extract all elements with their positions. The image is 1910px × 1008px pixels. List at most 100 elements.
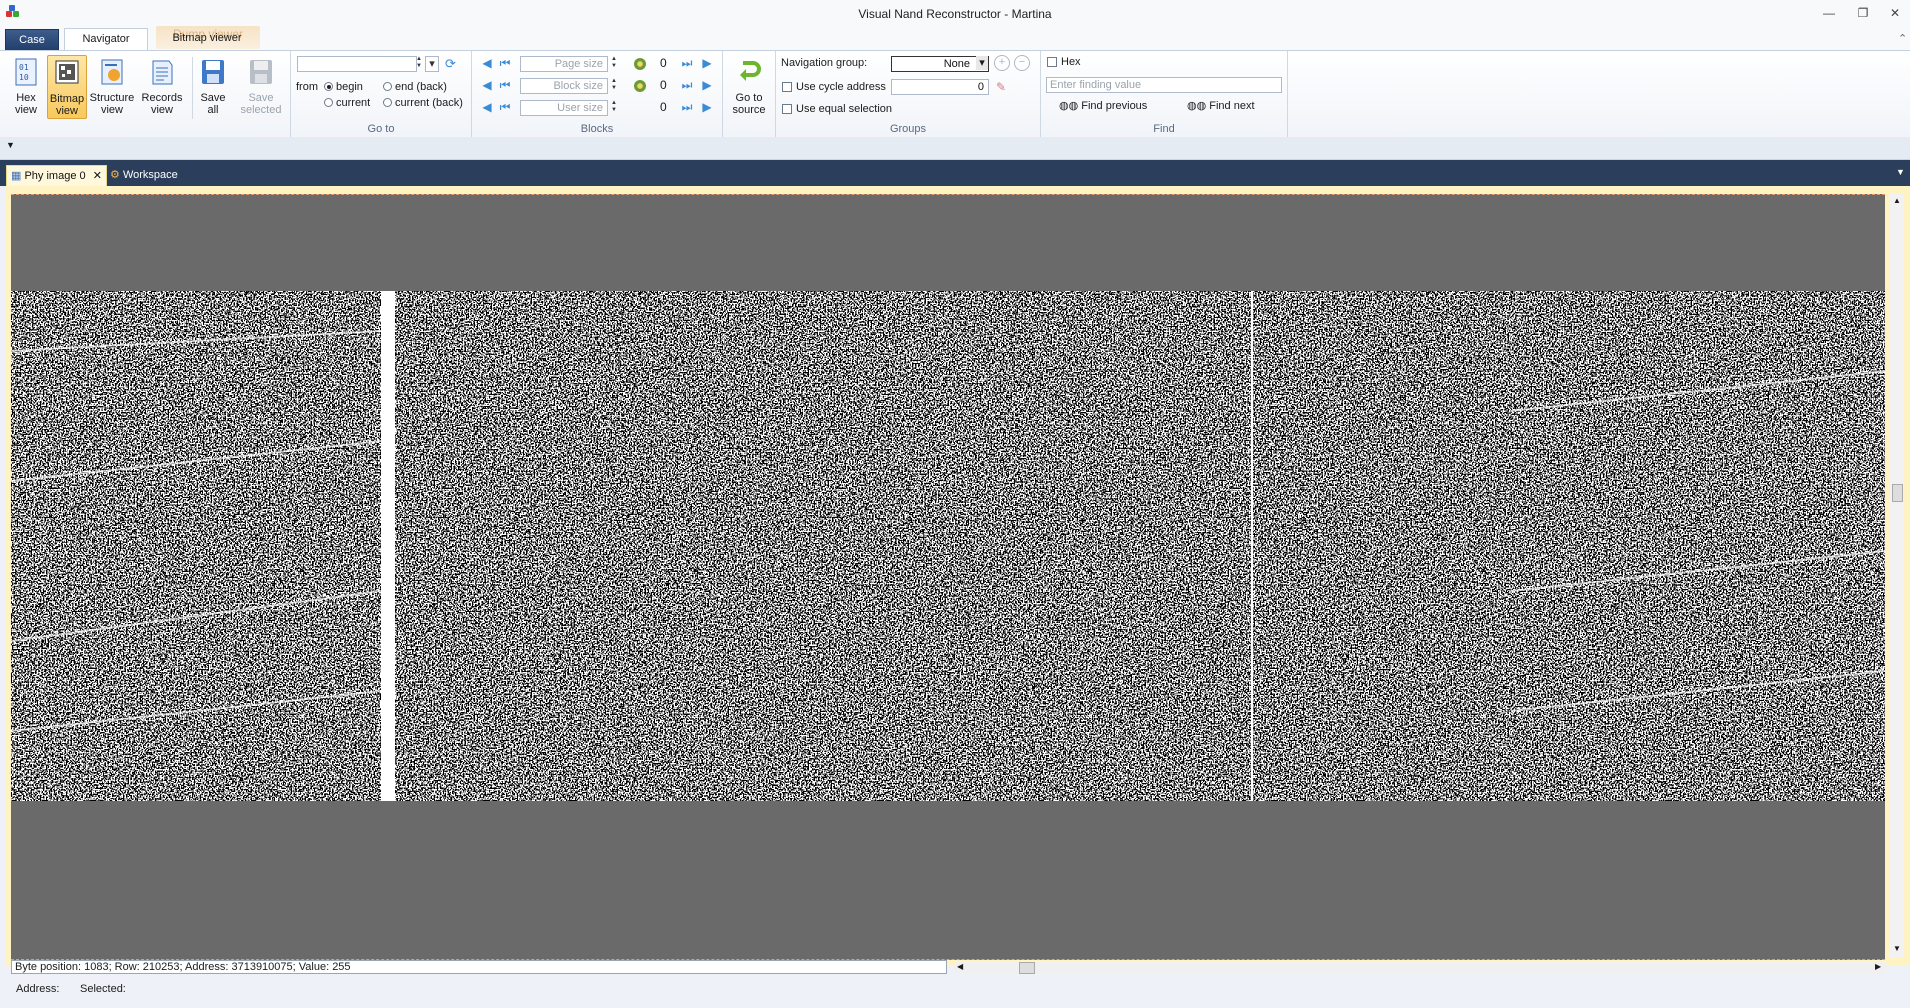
block-size-input[interactable]: Block size [520, 78, 608, 94]
hex-checkbox[interactable] [1047, 57, 1057, 67]
structure-view-button[interactable]: Structure view [88, 55, 136, 117]
find-next-button[interactable]: ◍◍ Find next [1187, 99, 1255, 112]
customize-toolbar-icon[interactable]: ▼ [6, 140, 15, 150]
page-value: 0 [660, 56, 667, 70]
svg-text:10: 10 [19, 73, 29, 82]
next-page-icon[interactable]: ▶ [700, 57, 714, 69]
bitmap-canvas[interactable] [11, 194, 1885, 960]
close-tab-icon[interactable]: ✕ [93, 170, 102, 182]
page-gear-icon[interactable] [634, 58, 646, 70]
add-group-icon[interactable]: + [994, 55, 1010, 71]
blocks-group: ◀ ⏮ Page size ▲ ▼ 0 ⏭ ▶ ◀ ⏮ Block size ▲ ▼… [472, 51, 723, 137]
last-user-icon[interactable]: ⏭ [680, 101, 694, 113]
prev-user-icon[interactable]: ◀ [480, 101, 494, 113]
image-doc-icon: ▦ [11, 170, 22, 182]
first-user-icon[interactable]: ⏮ [498, 101, 512, 113]
find-group: Hex Enter finding value ◍◍ Find previous… [1041, 51, 1288, 137]
tab-bitmap-viewer[interactable]: Bitmap viewer [151, 28, 263, 49]
ribbon: 01 10 Hex view Bitmap view Structure view… [0, 50, 1910, 138]
goto-source-arrow-icon [740, 61, 761, 81]
from-label: from [296, 81, 318, 93]
next-user-icon[interactable]: ▶ [700, 101, 714, 113]
bitmap-view-button[interactable]: Bitmap view [47, 55, 87, 119]
radio-current-back[interactable] [383, 98, 392, 107]
goto-source-group: Go to source [723, 51, 776, 137]
goto-execute-icon[interactable]: ⟳ [445, 56, 456, 72]
views-group: 01 10 Hex view Bitmap view Structure view… [0, 51, 291, 137]
ribbon-tab-row: Dump viewer Case Navigator Bitmap viewer… [0, 26, 1910, 51]
radio-begin-label: begin [336, 81, 363, 93]
user-value: 0 [660, 100, 667, 114]
goto-spinner[interactable]: ▲ ▼ [415, 56, 423, 72]
vscroll-thumb[interactable] [1892, 484, 1903, 502]
use-cycle-address-label: Use cycle address [796, 81, 886, 93]
block-value: 0 [660, 78, 667, 92]
scroll-down-icon[interactable]: ▼ [1893, 944, 1901, 953]
user-size-spinner[interactable]: ▲ ▼ [610, 100, 618, 116]
address-label: Address: [16, 983, 60, 995]
goto-dropdown[interactable]: ▾ [425, 56, 439, 72]
tab-phy-image[interactable]: ▦ Phy image 0 ✕ [6, 165, 107, 186]
radio-current[interactable] [324, 98, 333, 107]
restore-button[interactable]: ❐ [1852, 4, 1874, 22]
hscroll-thumb[interactable] [1019, 962, 1035, 974]
records-view-icon [152, 60, 173, 85]
tab-navigator[interactable]: Navigator [64, 28, 148, 51]
chevron-down-icon[interactable]: ▾ [976, 56, 988, 70]
navigation-group-select[interactable]: None [891, 56, 989, 72]
next-block-icon[interactable]: ▶ [700, 79, 714, 91]
user-size-input[interactable]: User size [520, 100, 608, 116]
first-block-icon[interactable]: ⏮ [498, 79, 512, 91]
block-gear-icon[interactable] [634, 80, 646, 92]
last-block-icon[interactable]: ⏭ [680, 79, 694, 91]
find-group-title: Find [1153, 123, 1175, 135]
tab-list-icon[interactable]: ▼ [1896, 167, 1905, 177]
tab-workspace[interactable]: ⚙ Workspace [110, 165, 190, 185]
document-tab-bar: ▦ Phy image 0 ✕ ⚙ Workspace ▼ [0, 160, 1910, 186]
vertical-scrollbar[interactable]: ▲ ▼ [1890, 194, 1904, 958]
prev-page-icon[interactable]: ◀ [480, 57, 494, 69]
use-equal-selection-checkbox[interactable] [782, 104, 792, 114]
last-page-icon[interactable]: ⏭ [680, 57, 694, 69]
hex-view-icon: 0110 [15, 58, 37, 86]
goto-input[interactable] [297, 56, 417, 72]
records-view-button[interactable]: Records view [140, 55, 184, 117]
scroll-left-icon[interactable]: ◀ [957, 962, 963, 971]
remove-group-icon[interactable]: − [1014, 55, 1030, 71]
prev-block-icon[interactable]: ◀ [480, 79, 494, 91]
radio-end-back[interactable] [383, 82, 392, 91]
goto-source-button[interactable]: Go to source [727, 55, 771, 117]
title-bar: Visual Nand Reconstructor - Martina — ❐ … [0, 0, 1910, 27]
tab-case[interactable]: Case [5, 29, 59, 50]
scroll-up-icon[interactable]: ▲ [1893, 196, 1901, 205]
scroll-right-icon[interactable]: ▶ [1875, 962, 1881, 971]
find-previous-button[interactable]: ◍◍ Find previous [1059, 99, 1147, 112]
eraser-icon[interactable]: ✎ [996, 80, 1006, 94]
save-selected-icon [250, 60, 272, 84]
page-size-spinner[interactable]: ▲ ▼ [610, 56, 618, 72]
byte-position-status: Byte position: 1083; Row: 210253; Addres… [11, 960, 947, 974]
svg-text:01: 01 [19, 63, 29, 72]
ribbon-collapse-icon[interactable]: ⌃ [1898, 32, 1907, 45]
horizontal-scrollbar[interactable]: ◀ ▶ [955, 962, 1885, 974]
close-button[interactable]: ✕ [1884, 4, 1906, 22]
hex-checkbox-label: Hex [1061, 56, 1081, 68]
quick-access-bar: ▼ [0, 137, 1910, 160]
minimize-button[interactable]: — [1818, 4, 1840, 22]
navigation-group-label: Navigation group: [781, 57, 868, 69]
block-size-spinner[interactable]: ▲ ▼ [610, 78, 618, 94]
groups-group-title: Groups [889, 123, 927, 135]
radio-current-label: current [336, 97, 371, 109]
hex-view-button[interactable]: 01 10 Hex view [8, 55, 44, 117]
status-bar: Address: Selected: [0, 976, 1910, 1008]
cycle-address-input[interactable]: 0 [891, 79, 989, 95]
first-page-icon[interactable]: ⏮ [498, 57, 512, 69]
page-size-input[interactable]: Page size [520, 56, 608, 72]
save-selected-button[interactable]: Save selected [236, 55, 286, 117]
bitmap-view-icon [55, 60, 79, 84]
groups-group: Navigation group: None ▾ + − Use cycle a… [776, 51, 1041, 137]
find-value-input[interactable]: Enter finding value [1046, 77, 1282, 93]
save-all-button[interactable]: Save all [196, 55, 230, 117]
use-cycle-address-checkbox[interactable] [782, 82, 792, 92]
radio-begin[interactable] [324, 82, 333, 91]
